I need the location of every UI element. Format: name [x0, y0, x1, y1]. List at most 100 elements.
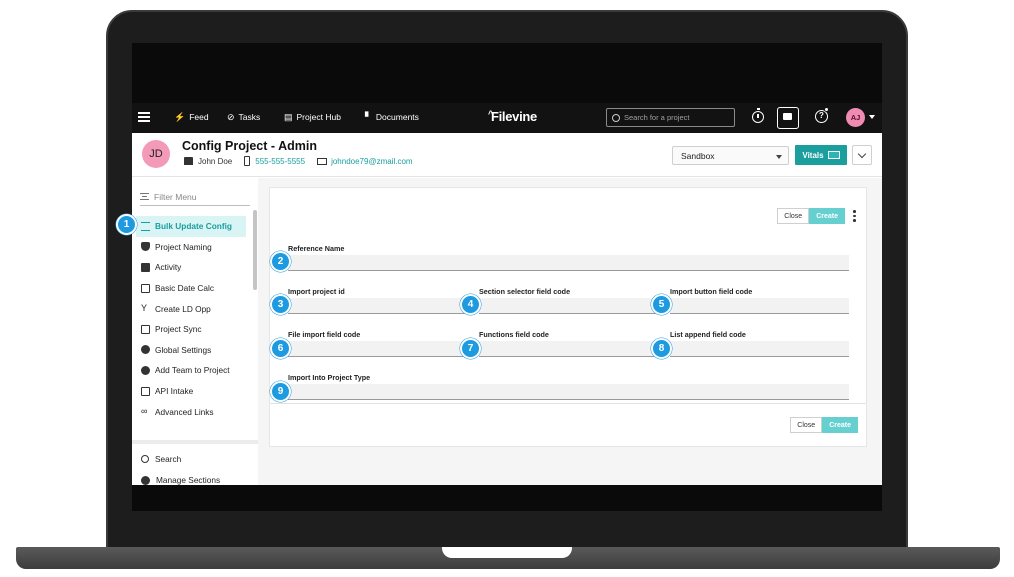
bolt-icon: ⚡ — [174, 111, 186, 122]
more-options-icon[interactable] — [853, 210, 856, 222]
callout-marker-2: 2 — [270, 251, 291, 272]
import-project-id-input[interactable] — [288, 298, 465, 314]
client-name[interactable]: John Doe — [198, 157, 232, 166]
add-person-icon — [141, 365, 150, 375]
laptop-notch — [442, 547, 572, 558]
person-icon — [184, 157, 193, 165]
file-import-input[interactable] — [288, 341, 465, 357]
sidebar-item-global-settings[interactable]: Global Settings — [136, 340, 246, 361]
import-into-type-input[interactable] — [288, 384, 849, 400]
reference-name-input[interactable] — [288, 255, 849, 271]
create-button[interactable]: Create — [809, 208, 845, 224]
filter-menu[interactable]: Filter Menu — [140, 188, 250, 206]
vitals-button[interactable]: Vitals — [795, 145, 847, 165]
mail-icon — [317, 157, 328, 165]
project-avatar: JD — [142, 140, 170, 168]
sidebar-divider — [132, 440, 258, 444]
import-button-label: Import button field code — [670, 287, 753, 296]
functions-input[interactable] — [479, 341, 656, 357]
sidebar: Filter Menu Bulk Update Config Project N… — [132, 178, 258, 485]
create-button-bottom[interactable]: Create — [822, 417, 858, 433]
sidebar-item-create-ld-opp[interactable]: Y Create LD Opp — [136, 298, 246, 319]
form-bottom-actions: Close Create — [790, 417, 858, 433]
sidebar-item-activity[interactable]: Activity — [136, 257, 246, 278]
callout-marker-6: 6 — [270, 338, 291, 359]
import-into-type-label: Import Into Project Type — [288, 373, 371, 382]
project-header: JD Config Project - Admin John Doe 555-5… — [132, 133, 882, 177]
vitals-icon — [827, 151, 840, 159]
check-circle-icon: ⊘ — [227, 111, 235, 122]
sidebar-item-advanced-links[interactable]: ∞ Advanced Links — [136, 401, 246, 422]
chat-icon[interactable] — [777, 107, 799, 129]
caret-down-icon[interactable] — [869, 115, 875, 119]
timer-icon[interactable] — [752, 108, 764, 123]
calendar-icon — [141, 283, 150, 293]
close-button-bottom[interactable]: Close — [790, 417, 823, 433]
sidebar-item-project-sync[interactable]: Project Sync — [136, 319, 246, 340]
sidebar-search[interactable]: Search — [141, 454, 181, 464]
nav-project-hub[interactable]: ▤ Project Hub — [284, 112, 341, 122]
project-search-input[interactable] — [624, 113, 724, 122]
section-selector-label: Section selector field code — [479, 287, 571, 296]
sidebar-item-basic-date-calc[interactable]: Basic Date Calc — [136, 278, 246, 299]
settings-icon — [141, 475, 150, 485]
callout-marker-8: 8 — [651, 338, 672, 359]
client-phone[interactable]: 555-555-5555 — [255, 157, 305, 166]
sidebar-menu: Bulk Update Config Project Naming Activi… — [136, 216, 246, 422]
reference-name-label: Reference Name — [288, 244, 345, 253]
list-append-label: List append field code — [670, 330, 746, 339]
nav-feed[interactable]: ⚡ Feed — [174, 112, 209, 122]
environment-select[interactable]: Sandbox — [672, 146, 789, 165]
sidebar-scrollbar[interactable] — [253, 210, 257, 290]
fork-icon: Y — [141, 303, 148, 314]
shield-icon — [141, 242, 150, 252]
sidebar-manage-sections[interactable]: Manage Sections — [141, 475, 220, 485]
sidebar-item-api-intake[interactable]: API Intake — [136, 381, 246, 402]
list-append-input[interactable] — [670, 341, 849, 357]
notification-dot-icon — [824, 107, 829, 112]
file-import-label: File import field code — [288, 330, 361, 339]
project-search[interactable] — [606, 108, 735, 127]
document-icon: ▘ — [365, 111, 372, 122]
callout-marker-1: 1 — [116, 214, 137, 235]
section-selector-input[interactable] — [479, 298, 656, 314]
form-divider — [270, 403, 866, 404]
filter-icon — [140, 193, 149, 200]
link-icon: ∞ — [141, 406, 148, 417]
bulk-update-config-form: Close Create Reference Name Import proje… — [269, 187, 867, 447]
list-icon — [141, 221, 150, 231]
nav-documents[interactable]: ▘ Documents — [365, 112, 419, 122]
caret-down-icon — [776, 155, 782, 159]
import-button-input[interactable] — [670, 298, 849, 314]
sidebar-item-bulk-update-config[interactable]: Bulk Update Config — [136, 216, 246, 237]
callout-marker-9: 9 — [270, 381, 291, 402]
close-button[interactable]: Close — [777, 208, 810, 224]
import-project-id-label: Import project id — [288, 287, 345, 296]
user-avatar[interactable]: AJ — [846, 108, 865, 127]
filter-menu-placeholder: Filter Menu — [154, 191, 197, 202]
project-contact-info: John Doe 555-555-5555 johndoe79@zmail.co… — [184, 156, 413, 166]
callout-marker-4: 4 — [460, 294, 481, 315]
filevine-app: ⚡ Feed ⊘ Tasks ▤ Project Hub ▘ Documents… — [132, 103, 882, 485]
search-icon — [141, 455, 149, 463]
copy-icon — [141, 324, 150, 334]
gear-icon — [141, 345, 150, 355]
top-navigation: ⚡ Feed ⊘ Tasks ▤ Project Hub ▘ Documents… — [132, 103, 882, 133]
sidebar-item-project-naming[interactable]: Project Naming — [136, 237, 246, 258]
activity-icon — [141, 262, 150, 272]
hamburger-menu-icon[interactable] — [138, 112, 150, 122]
phone-icon — [244, 156, 251, 166]
functions-label: Functions field code — [479, 330, 549, 339]
expand-header-button[interactable] — [852, 145, 872, 165]
callout-marker-3: 3 — [270, 294, 291, 315]
project-title: Config Project - Admin — [182, 139, 317, 153]
sidebar-item-add-team[interactable]: Add Team to Project — [136, 360, 246, 381]
client-email[interactable]: johndoe79@zmail.com — [331, 157, 413, 166]
filevine-logo[interactable]: ^Filevine — [488, 109, 537, 124]
callout-marker-7: 7 — [460, 338, 481, 359]
search-icon — [612, 113, 620, 122]
nav-tasks[interactable]: ⊘ Tasks — [227, 112, 260, 122]
hub-icon: ▤ — [284, 111, 293, 122]
callout-marker-5: 5 — [651, 294, 672, 315]
laptop-screen: ⚡ Feed ⊘ Tasks ▤ Project Hub ▘ Documents… — [132, 43, 882, 511]
